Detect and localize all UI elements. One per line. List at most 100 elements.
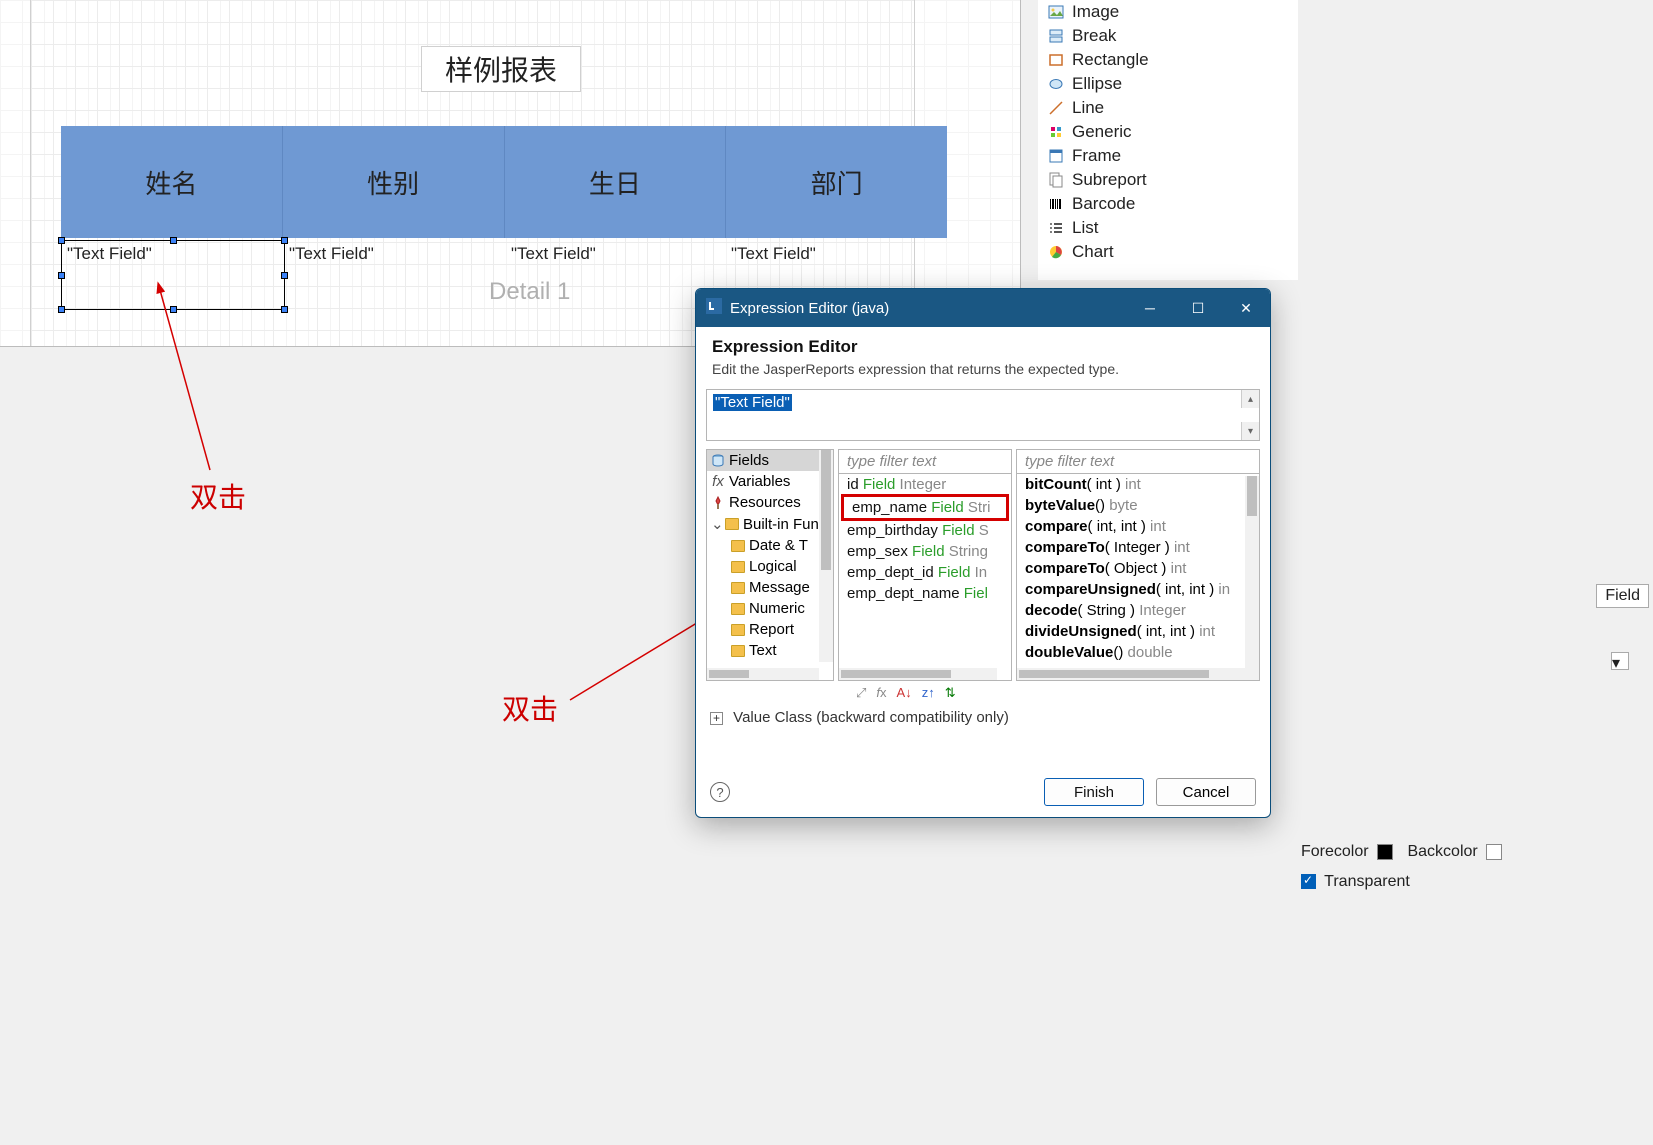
tool-icon[interactable]: A↓ xyxy=(897,685,912,701)
tree-child[interactable]: Message xyxy=(727,577,833,598)
header-cell[interactable]: 性别 xyxy=(283,126,505,238)
method-row[interactable]: decode( String ) Integer xyxy=(1017,600,1259,621)
palette-label: Image xyxy=(1072,2,1119,22)
resize-handle[interactable] xyxy=(170,237,177,244)
text-field[interactable]: "Text Field" xyxy=(731,244,816,268)
method-row[interactable]: compareTo( Object ) int xyxy=(1017,558,1259,579)
palette-item-break[interactable]: Break xyxy=(1038,24,1298,48)
scrollbar-thumb[interactable] xyxy=(709,670,749,678)
palette-item-rectangle[interactable]: Rectangle xyxy=(1038,48,1298,72)
method-row[interactable]: divideUnsigned( int, int ) int xyxy=(1017,621,1259,642)
annotation-label: 双击 xyxy=(502,688,558,728)
tree-child[interactable]: Date & T xyxy=(727,535,833,556)
field-row[interactable]: id Field Integer xyxy=(839,474,1011,495)
resize-handle[interactable] xyxy=(281,237,288,244)
resize-handle[interactable] xyxy=(281,272,288,279)
expand-icon[interactable]: + xyxy=(710,712,723,725)
tree-child[interactable]: Logical xyxy=(727,556,833,577)
text-field[interactable]: "Text Field" xyxy=(511,244,596,268)
palette-label: Frame xyxy=(1072,146,1121,166)
scroll-up-button[interactable]: ▴ xyxy=(1241,390,1259,408)
scrollbar-thumb[interactable] xyxy=(821,450,831,570)
dropdown-button[interactable]: ▾ xyxy=(1611,652,1629,670)
tree-child[interactable]: Report xyxy=(727,619,833,640)
text-field[interactable]: "Text Field" xyxy=(289,244,374,268)
scrollbar[interactable] xyxy=(839,668,997,680)
resize-handle[interactable] xyxy=(281,306,288,313)
scrollbar[interactable] xyxy=(1245,476,1259,680)
mini-toolbar: ⤢ fx A↓ z↑ ⇅ xyxy=(696,681,1270,701)
backcolor-label: Backcolor xyxy=(1407,843,1477,860)
palette-item-ellipse[interactable]: Ellipse xyxy=(1038,72,1298,96)
elements-palette: Image Break Rectangle Ellipse Line Gener… xyxy=(1038,0,1298,280)
scrollbar-thumb[interactable] xyxy=(1247,476,1257,516)
dialog-titlebar[interactable]: Expression Editor (java) ─ ☐ ✕ xyxy=(696,289,1270,327)
tree-builtin[interactable]: ⌄Built-in Fun xyxy=(707,513,833,535)
column-header-band[interactable]: 姓名 性别 生日 部门 xyxy=(61,126,947,238)
method-row[interactable]: compareTo( Integer ) int xyxy=(1017,537,1259,558)
tree-variables[interactable]: fxVariables xyxy=(707,471,833,492)
generic-icon xyxy=(1048,124,1064,140)
filter-input[interactable]: type filter text xyxy=(839,450,1011,474)
tool-icon[interactable]: fx xyxy=(876,685,886,701)
backcolor-swatch[interactable] xyxy=(1486,844,1502,860)
field-row[interactable]: emp_dept_name Fiel xyxy=(839,583,1011,604)
method-row[interactable]: compareUnsigned( int, int ) in xyxy=(1017,579,1259,600)
scroll-down-button[interactable]: ▾ xyxy=(1241,422,1259,440)
close-button[interactable]: ✕ xyxy=(1222,289,1270,327)
expand-icon[interactable]: ⌄ xyxy=(711,515,721,533)
help-button[interactable]: ? xyxy=(710,782,730,802)
header-cell[interactable]: 部门 xyxy=(726,126,947,238)
resize-handle[interactable] xyxy=(170,306,177,313)
scrollbar[interactable] xyxy=(819,450,833,662)
resize-handle[interactable] xyxy=(58,237,65,244)
tool-icon[interactable]: z↑ xyxy=(922,685,935,701)
expression-textarea[interactable]: "Text Field" ▴ ▾ xyxy=(706,389,1260,441)
fields-list[interactable]: type filter text id Field Integeremp_nam… xyxy=(838,449,1012,681)
header-cell[interactable]: 生日 xyxy=(505,126,727,238)
field-row[interactable]: emp_birthday Field S xyxy=(839,520,1011,541)
field-row[interactable]: emp_dept_id Field In xyxy=(839,562,1011,583)
scrollbar-thumb[interactable] xyxy=(841,670,951,678)
minimize-button[interactable]: ─ xyxy=(1126,289,1174,327)
tree-fields[interactable]: Fields xyxy=(707,450,833,471)
field-row[interactable]: emp_name Field Stri xyxy=(841,494,1009,521)
method-row[interactable]: byteValue() byte xyxy=(1017,495,1259,516)
forecolor-swatch[interactable] xyxy=(1377,844,1393,860)
tree-child[interactable]: Text xyxy=(727,640,833,661)
maximize-button[interactable]: ☐ xyxy=(1174,289,1222,327)
finish-button[interactable]: Finish xyxy=(1044,778,1144,806)
method-row[interactable]: bitCount( int ) int xyxy=(1017,474,1259,495)
resize-handle[interactable] xyxy=(58,272,65,279)
transparent-checkbox[interactable] xyxy=(1301,874,1316,889)
category-tree[interactable]: Fields fxVariables Resources ⌄Built-in F… xyxy=(706,449,834,681)
report-title[interactable]: 样例报表 xyxy=(421,46,581,92)
header-cell[interactable]: 姓名 xyxy=(61,126,283,238)
selection-outline[interactable] xyxy=(61,240,285,310)
palette-item-generic[interactable]: Generic xyxy=(1038,120,1298,144)
palette-item-frame[interactable]: Frame xyxy=(1038,144,1298,168)
method-row[interactable]: compare( int, int ) int xyxy=(1017,516,1259,537)
value-class-section[interactable]: + Value Class (backward compatibility on… xyxy=(696,701,1270,734)
scrollbar[interactable] xyxy=(707,668,819,680)
palette-item-image[interactable]: Image xyxy=(1038,0,1298,24)
cancel-button[interactable]: Cancel xyxy=(1156,778,1256,806)
palette-item-list[interactable]: List xyxy=(1038,216,1298,240)
tool-icon[interactable]: ⤢ xyxy=(856,685,866,701)
app-icon xyxy=(706,298,722,318)
scrollbar[interactable] xyxy=(1017,668,1245,680)
scrollbar-thumb[interactable] xyxy=(1019,670,1209,678)
methods-list[interactable]: type filter text bitCount( int ) intbyte… xyxy=(1016,449,1260,681)
tool-icon[interactable]: ⇅ xyxy=(945,685,956,701)
palette-item-barcode[interactable]: Barcode xyxy=(1038,192,1298,216)
filter-input[interactable]: type filter text xyxy=(1017,450,1259,474)
palette-item-line[interactable]: Line xyxy=(1038,96,1298,120)
tree-label: Numeric xyxy=(749,600,805,617)
tree-resources[interactable]: Resources xyxy=(707,492,833,513)
palette-item-chart[interactable]: Chart xyxy=(1038,240,1298,264)
resize-handle[interactable] xyxy=(58,306,65,313)
palette-item-subreport[interactable]: Subreport xyxy=(1038,168,1298,192)
field-row[interactable]: emp_sex Field String xyxy=(839,541,1011,562)
tree-child[interactable]: Numeric xyxy=(727,598,833,619)
method-row[interactable]: doubleValue() double xyxy=(1017,642,1259,663)
